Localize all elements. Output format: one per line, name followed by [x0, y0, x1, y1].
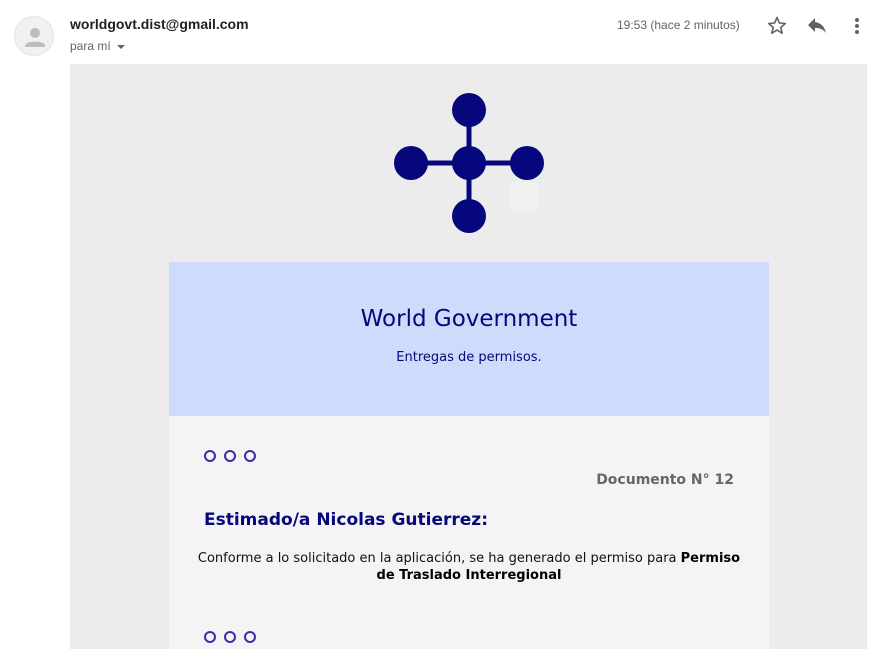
- world-government-logo: [394, 93, 544, 233]
- decorative-dots-bottom: [204, 631, 256, 643]
- hero-subtitle: Entregas de permisos.: [396, 350, 542, 365]
- dot-icon: [224, 631, 236, 643]
- hero-banner: World Government Entregas de permisos.: [169, 262, 769, 416]
- dot-icon: [224, 450, 236, 462]
- chevron-down-icon[interactable]: [116, 44, 125, 49]
- dot-icon: [204, 450, 216, 462]
- star-icon: [767, 16, 787, 34]
- reply-icon: [808, 18, 826, 33]
- sender-email[interactable]: worldgovt.dist@gmail.com: [70, 16, 249, 32]
- dot-icon: [244, 631, 256, 643]
- decorative-dots-top: [204, 450, 256, 462]
- recipient-label: para mí: [70, 39, 111, 53]
- sender-avatar[interactable]: [14, 16, 54, 56]
- document-number: Documento N° 12: [596, 472, 734, 488]
- email-timestamp: 19:53 (hace 2 minutos): [617, 18, 740, 32]
- dot-icon: [244, 450, 256, 462]
- recipient-details-toggle[interactable]: para mí: [70, 39, 125, 53]
- more-options-button[interactable]: [845, 14, 869, 38]
- more-vert-icon: [855, 18, 859, 34]
- message-text: Conforme a lo solicitado en la aplicació…: [194, 550, 744, 584]
- email-body: World Government Entregas de permisos. D…: [70, 64, 867, 649]
- dot-icon: [204, 631, 216, 643]
- hero-title: World Government: [360, 306, 578, 332]
- message-card: Documento N° 12 Estimado/a Nicolas Gutie…: [169, 416, 769, 649]
- reply-button[interactable]: [805, 14, 829, 38]
- star-button[interactable]: [765, 14, 789, 38]
- greeting: Estimado/a Nicolas Gutierrez:: [204, 510, 488, 530]
- message-prefix: Conforme a lo solicitado en la aplicació…: [197, 551, 677, 566]
- person-icon: [25, 28, 45, 47]
